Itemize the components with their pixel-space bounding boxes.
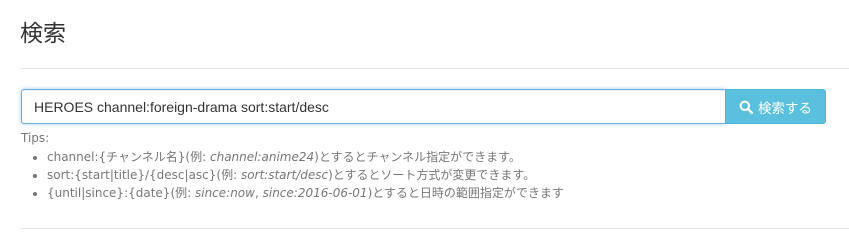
tip-item-channel: channel:{チャンネル名}(例: channel:anime24)とすると… [47, 148, 821, 166]
search-page: 検索 検索する Tips: channel:{チャンネル名}(例: channe… [0, 0, 849, 231]
tip-text: {until|since}:{date}(例: [47, 186, 195, 200]
tip-text: )とするとチャンネル指定ができます。 [314, 150, 521, 164]
tip-item-sort: sort:{start|title}/{desc|asc}(例: sort:st… [47, 166, 821, 184]
search-form: 検索する [21, 89, 826, 124]
tip-separator: , [254, 186, 263, 200]
tip-example: channel:anime24 [209, 150, 315, 164]
page-title: 検索 [20, 21, 66, 47]
tip-text: sort:{start|title}/{desc|asc}(例: [47, 168, 241, 182]
tip-text: channel:{チャンネル名}(例: [47, 150, 210, 164]
tips-section: Tips: channel:{チャンネル名}(例: channel:anime2… [21, 131, 821, 202]
tip-item-date-range: {until|since}:{date}(例: since:now, since… [47, 184, 821, 202]
search-icon [739, 100, 753, 114]
tip-example: since:2016-06-01 [262, 186, 368, 200]
search-input[interactable] [21, 89, 725, 124]
search-button[interactable]: 検索する [725, 89, 826, 124]
tip-text: )とするとソート方式が変更できます。 [328, 168, 536, 182]
search-button-label: 検索する [758, 100, 812, 117]
tip-example: sort:start/desc [240, 168, 329, 182]
tips-list: channel:{チャンネル名}(例: channel:anime24)とすると… [47, 148, 821, 202]
tip-example: since:now [194, 186, 255, 200]
header-divider [20, 68, 849, 69]
tip-text: )とすると日時の範囲指定ができます [367, 186, 564, 200]
footer-divider [20, 228, 849, 229]
tips-label: Tips: [21, 131, 50, 145]
